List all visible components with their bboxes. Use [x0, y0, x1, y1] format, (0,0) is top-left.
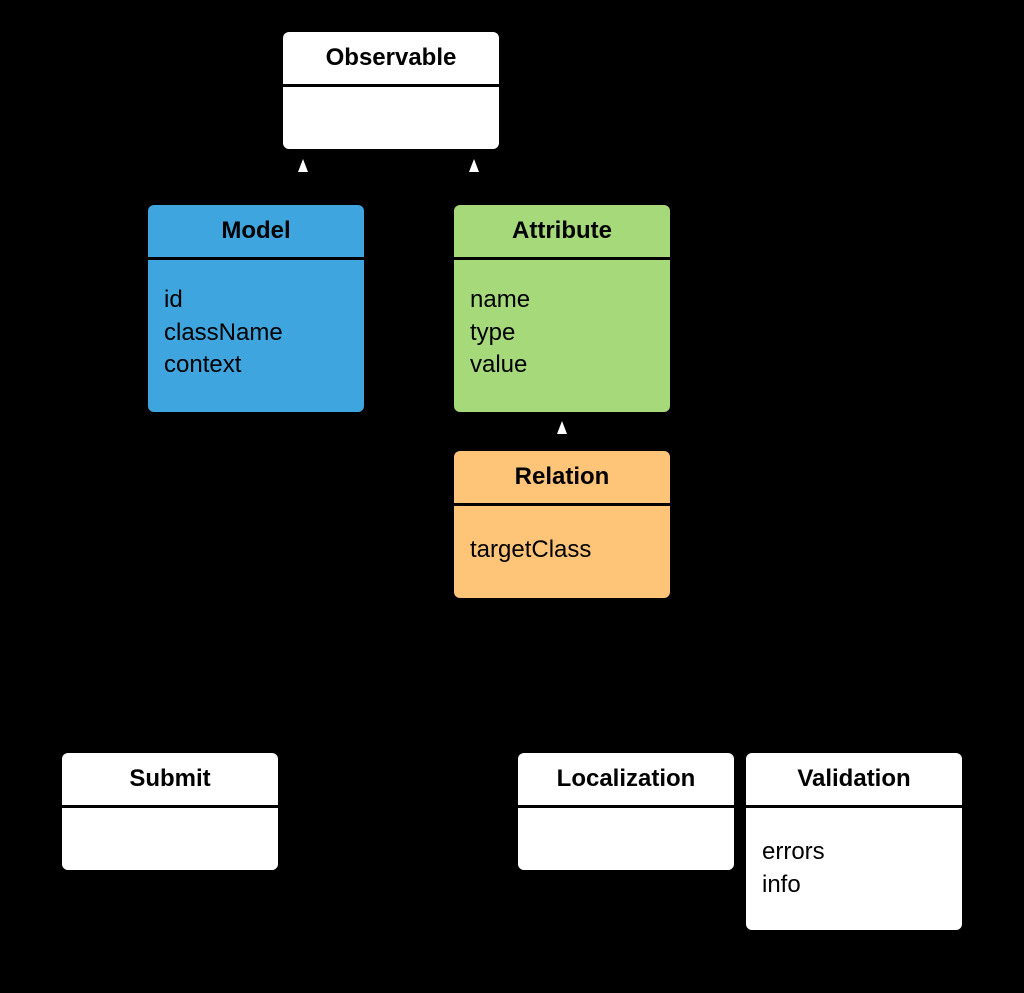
class-observable[interactable]: Observable [283, 32, 499, 149]
class-name: Localization [518, 753, 734, 808]
class-model[interactable]: Model id className context [148, 205, 364, 412]
class-attributes [518, 808, 734, 832]
attribute-item: errors [762, 838, 825, 865]
class-name: Attribute [454, 205, 670, 260]
attribute-item: name [470, 286, 531, 313]
class-attributes [62, 808, 278, 832]
attribute-item: type [470, 318, 516, 346]
attribute-item: info [762, 870, 801, 898]
class-attributes: name type value [454, 260, 670, 382]
attribute-item: id [164, 286, 183, 313]
inheritance-arrow-icon [469, 159, 479, 172]
attribute-item: value [470, 351, 528, 378]
class-name: Observable [283, 32, 499, 87]
class-attributes [283, 87, 499, 111]
class-attributes: errors info [746, 808, 962, 901]
class-name: Validation [746, 753, 962, 808]
class-name: Model [148, 205, 364, 260]
attribute-item: context [164, 351, 242, 378]
class-relation[interactable]: Relation targetClass [454, 451, 670, 598]
attribute-item: className [164, 318, 283, 346]
class-name: Submit [62, 753, 278, 808]
class-attributes: id className context [148, 260, 364, 382]
inheritance-arrow-icon [557, 421, 567, 434]
class-attributes: targetClass [454, 506, 670, 567]
inheritance-arrow-icon [298, 159, 308, 172]
class-localization[interactable]: Localization [518, 753, 734, 870]
attribute-item: targetClass [470, 536, 592, 563]
class-submit[interactable]: Submit [62, 753, 278, 870]
class-attribute[interactable]: Attribute name type value [454, 205, 670, 412]
class-validation[interactable]: Validation errors info [746, 753, 962, 930]
class-name: Relation [454, 451, 670, 506]
